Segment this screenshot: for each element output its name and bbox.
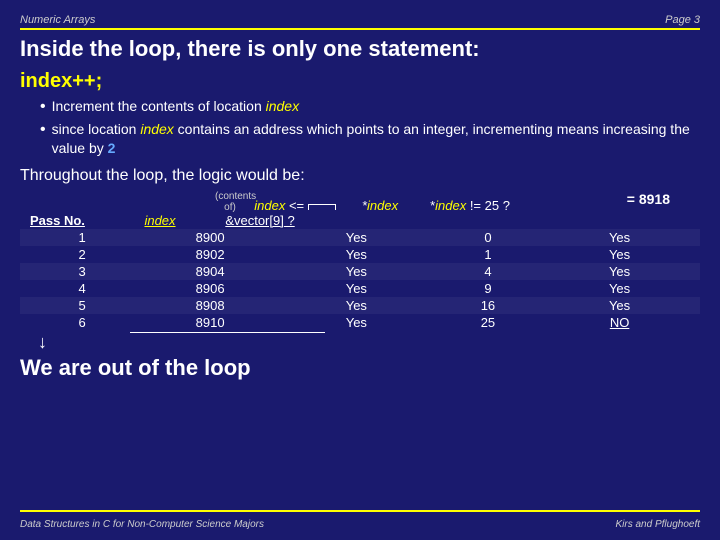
bullet-1-before: Increment the contents of location bbox=[52, 98, 266, 114]
throughout-text: Throughout the loop, the logic would be: bbox=[20, 167, 700, 185]
bullet-dot-2: • bbox=[40, 120, 46, 141]
cell-star: 1 bbox=[437, 246, 539, 263]
slide-container: Numeric Arrays Page 3 Inside the loop, t… bbox=[0, 0, 720, 540]
passno-header: Pass No. bbox=[30, 213, 115, 228]
cell-neq: Yes bbox=[539, 246, 700, 263]
bullet-dot-1: • bbox=[40, 97, 46, 118]
cell-lte: Yes bbox=[276, 246, 437, 263]
bullet-item-2: • since location index contains an addre… bbox=[40, 120, 700, 159]
cell-lte: Yes bbox=[276, 297, 437, 314]
col-header-not-equal: *index != 25 ? bbox=[415, 198, 525, 213]
cell-pass: 1 bbox=[20, 229, 144, 246]
index-lte-text: index bbox=[254, 198, 285, 213]
cell-neq: Yes bbox=[539, 280, 700, 297]
cell-neq: Yes bbox=[539, 229, 700, 246]
contents-of-label-2: (contents of) bbox=[215, 191, 245, 213]
slide-footer: Data Structures in C for Non-Computer Sc… bbox=[20, 519, 700, 530]
cell-pass: 3 bbox=[20, 263, 144, 280]
table-row: 4 8906 Yes 9 Yes bbox=[20, 280, 700, 297]
cell-star: 9 bbox=[437, 280, 539, 297]
cell-pass: 4 bbox=[20, 280, 144, 297]
cell-pass: 6 bbox=[20, 314, 144, 331]
col-header-row: (contents of) index <= *index *index != … bbox=[20, 191, 700, 213]
cell-index: 8904 bbox=[144, 263, 276, 280]
subheader-row: Pass No. index &vector[9] ? bbox=[20, 213, 700, 228]
cell-pass: 2 bbox=[20, 246, 144, 263]
out-of-loop: We are out of the loop bbox=[20, 355, 700, 381]
arrow-down: ↓ bbox=[20, 333, 700, 351]
bullet-text-2: since location index contains an address… bbox=[52, 120, 700, 159]
cell-lte: Yes bbox=[276, 263, 437, 280]
cell-index: 8902 bbox=[144, 246, 276, 263]
cell-index: 8910 bbox=[144, 314, 276, 331]
footer-left: Data Structures in C for Non-Computer Sc… bbox=[20, 519, 264, 530]
cell-neq: Yes bbox=[539, 297, 700, 314]
index-col-header: index bbox=[115, 213, 205, 228]
bullet-list: • Increment the contents of location ind… bbox=[40, 97, 700, 159]
bullet-text-1: Increment the contents of location index bbox=[52, 97, 299, 117]
lte-symbol: <= bbox=[289, 198, 304, 213]
slide-subtitle: Numeric Arrays bbox=[20, 14, 95, 26]
bullet-2-before: since location bbox=[52, 121, 141, 137]
cell-star: 25 bbox=[437, 314, 539, 331]
table-row: 5 8908 Yes 16 Yes bbox=[20, 297, 700, 314]
data-table: 1 8900 Yes 0 Yes 2 8902 Yes 1 Yes 3 8904… bbox=[20, 229, 700, 331]
top-border bbox=[20, 28, 700, 30]
bullet-item-1: • Increment the contents of location ind… bbox=[40, 97, 700, 118]
equals-label: = 8918 bbox=[627, 191, 670, 207]
slide-title: Inside the loop, there is only one state… bbox=[20, 36, 700, 62]
cell-index: 8906 bbox=[144, 280, 276, 297]
table-row: 3 8904 Yes 4 Yes bbox=[20, 263, 700, 280]
section-heading: index++; bbox=[20, 70, 700, 93]
lte-col-header: &vector[9] ? bbox=[205, 213, 315, 228]
cell-index: 8900 bbox=[144, 229, 276, 246]
table-row: 2 8902 Yes 1 Yes bbox=[20, 246, 700, 263]
col-header-star-index: *index bbox=[345, 198, 415, 213]
logic-section: = 8918 (contents of) index <= *index *in… bbox=[20, 191, 700, 351]
page-number: Page 3 bbox=[665, 14, 700, 26]
cell-index: 8908 bbox=[144, 297, 276, 314]
cell-pass: 5 bbox=[20, 297, 144, 314]
bullet-2-italic: index bbox=[140, 121, 173, 137]
cell-neq: NO bbox=[539, 314, 700, 331]
footer-right: Kirs and Pflughoeft bbox=[616, 519, 701, 530]
cell-neq: Yes bbox=[539, 263, 700, 280]
cell-lte: Yes bbox=[276, 280, 437, 297]
table-row: 1 8900 Yes 0 Yes bbox=[20, 229, 700, 246]
bracket-top bbox=[308, 204, 336, 210]
cell-star: 4 bbox=[437, 263, 539, 280]
bullet-1-italic: index bbox=[266, 98, 299, 114]
bottom-border bbox=[20, 510, 700, 512]
cell-star: 16 bbox=[437, 297, 539, 314]
col-header-lte: index <= bbox=[245, 198, 345, 213]
main-content: Inside the loop, there is only one state… bbox=[20, 36, 700, 381]
bullet-2-bold: 2 bbox=[108, 140, 116, 156]
table-row: 6 8910 Yes 25 NO bbox=[20, 314, 700, 331]
cell-lte: Yes bbox=[276, 314, 437, 331]
cell-star: 0 bbox=[437, 229, 539, 246]
cell-lte: Yes bbox=[276, 229, 437, 246]
